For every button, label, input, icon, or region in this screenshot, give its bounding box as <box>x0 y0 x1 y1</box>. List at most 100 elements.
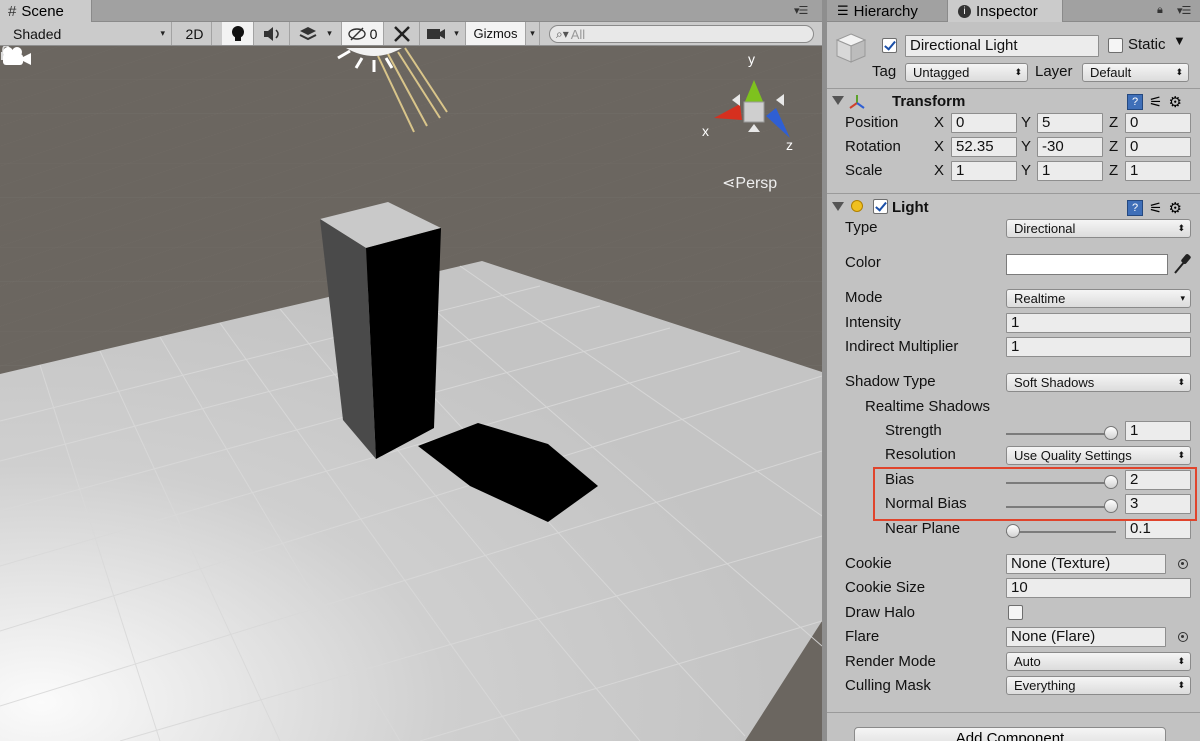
tag-dropdown[interactable]: Untagged ⬍ <box>905 63 1028 82</box>
resolution-label: Resolution <box>885 446 956 463</box>
scene-tools-button[interactable] <box>384 22 420 45</box>
scale-z-label: Z <box>1109 162 1119 179</box>
scale-x-label: X <box>934 162 945 179</box>
help-book-icon[interactable]: ? <box>1127 94 1143 110</box>
search-icon: ⌕▾ <box>556 26 569 41</box>
collapse-triangle-icon[interactable] <box>832 202 844 211</box>
collapse-triangle-icon[interactable] <box>832 96 844 105</box>
projection-text: Persp <box>735 175 778 192</box>
cookie-field[interactable]: None (Texture) <box>1006 554 1166 574</box>
draw-halo-checkbox[interactable] <box>1008 605 1023 620</box>
render-mode-dropdown[interactable]: Auto ⬍ <box>1006 652 1191 671</box>
rotation-x-field[interactable]: 52.35 <box>951 137 1017 157</box>
help-book-icon[interactable]: ? <box>1127 200 1143 216</box>
strength-field[interactable]: 1 <box>1125 421 1191 441</box>
position-x-field[interactable]: 0 <box>951 113 1017 133</box>
scale-y-field[interactable]: 1 <box>1037 161 1103 181</box>
shading-mode-dropdown[interactable]: Shaded ▾ <box>0 22 172 45</box>
panel-menu-icon[interactable]: ▾☰ <box>794 4 808 17</box>
layer-dropdown[interactable]: Default ⬍ <box>1082 63 1189 82</box>
light-header[interactable]: Light ? ⚟ ⚙ <box>827 193 1200 219</box>
slider-knob[interactable] <box>1104 426 1118 440</box>
toggle-2d-button[interactable]: 2D <box>178 22 212 45</box>
inspector-lock-icon[interactable]: 🔒︎ <box>1157 4 1163 17</box>
gizmos-dropdown[interactable]: ▾ <box>526 22 540 45</box>
shadow-type-label: Shadow Type <box>845 373 936 390</box>
slider-knob[interactable] <box>1104 475 1118 489</box>
lighting-toggle-button[interactable] <box>222 22 254 45</box>
scene-viewport[interactable]: y x z ⋖Persp <box>0 46 822 741</box>
object-picker-icon[interactable] <box>1178 632 1188 642</box>
add-component-button[interactable]: Add Component <box>854 727 1166 741</box>
audio-toggle-button[interactable] <box>254 22 290 45</box>
shadow-type-dropdown[interactable]: Soft Shadows ⬍ <box>1006 373 1191 392</box>
object-name-field[interactable]: Directional Light <box>905 35 1099 57</box>
near-plane-slider[interactable] <box>1006 519 1120 543</box>
flare-field[interactable]: None (Flare) <box>1006 627 1166 647</box>
resolution-value: Use Quality Settings <box>1014 448 1132 463</box>
mode-dropdown[interactable]: Realtime ▾ <box>1006 289 1191 308</box>
rotation-x-label: X <box>934 138 945 155</box>
object-active-checkbox[interactable] <box>882 38 897 53</box>
scale-y-label: Y <box>1021 162 1032 179</box>
settings-gear-icon[interactable]: ⚙ <box>1168 199 1181 217</box>
scene-visibility-button[interactable]: 0 <box>342 22 384 45</box>
transform-axes-icon <box>849 95 865 109</box>
eyedropper-icon[interactable] <box>1172 253 1192 275</box>
position-z-label: Z <box>1109 114 1119 131</box>
normal-bias-field[interactable]: 3 <box>1125 494 1191 514</box>
preset-sliders-icon[interactable]: ⚟ <box>1149 93 1162 111</box>
tab-scene[interactable]: # Scene <box>0 0 92 22</box>
strength-label: Strength <box>885 422 942 439</box>
tab-inspector-label: Inspector <box>976 2 1038 20</box>
inspector-tabbar: ☰ Hierarchy i Inspector 🔒︎ ▾☰ <box>827 0 1200 22</box>
toggle-2d-label: 2D <box>185 25 204 42</box>
light-enabled-checkbox[interactable] <box>873 199 888 214</box>
rotation-z-field[interactable]: 0 <box>1125 137 1191 157</box>
indirect-multiplier-field[interactable]: 1 <box>1006 337 1191 357</box>
tab-inspector[interactable]: i Inspector <box>947 0 1063 22</box>
tab-hierarchy[interactable]: ☰ Hierarchy <box>827 0 947 22</box>
static-dropdown-arrow[interactable]: ▼ <box>1173 33 1186 48</box>
position-z-field[interactable]: 0 <box>1125 113 1191 133</box>
bias-field[interactable]: 2 <box>1125 470 1191 490</box>
strength-slider[interactable] <box>1006 421 1120 445</box>
color-swatch[interactable] <box>1006 254 1168 275</box>
intensity-field[interactable]: 1 <box>1006 313 1191 333</box>
scale-z-field[interactable]: 1 <box>1125 161 1191 181</box>
type-dropdown[interactable]: Directional ⬍ <box>1006 219 1191 238</box>
static-checkbox[interactable] <box>1108 38 1123 53</box>
culling-mask-dropdown[interactable]: Everything ⬍ <box>1006 676 1191 695</box>
inspector-panel: ☰ Hierarchy i Inspector 🔒︎ ▾☰ Directiona… <box>827 0 1200 741</box>
flare-label: Flare <box>845 628 880 645</box>
near-plane-field[interactable]: 0.1 <box>1125 519 1191 539</box>
bias-slider[interactable] <box>1006 470 1120 494</box>
normal-bias-slider[interactable] <box>1006 494 1120 518</box>
position-y-field[interactable]: 5 <box>1037 113 1103 133</box>
transform-header[interactable]: Transform ? ⚟ ⚙ <box>827 88 1200 114</box>
resolution-dropdown[interactable]: Use Quality Settings ⬍ <box>1006 446 1191 465</box>
updown-arrow-icon: ⬍ <box>1177 377 1185 387</box>
rotation-y-label: Y <box>1021 138 1032 155</box>
slider-knob[interactable] <box>1006 524 1020 538</box>
camera-settings-dropdown[interactable]: ▾ <box>420 22 466 45</box>
scale-x-field[interactable]: 1 <box>951 161 1017 181</box>
object-picker-icon[interactable] <box>1178 559 1188 569</box>
slider-knob[interactable] <box>1104 499 1118 513</box>
axis-y-label: y <box>748 51 755 67</box>
effects-dropdown[interactable]: ▾ <box>290 22 342 45</box>
gizmos-button[interactable]: Gizmos <box>466 22 526 45</box>
chevron-left-icon: ⋖ <box>722 175 736 192</box>
rotation-y-field[interactable]: -30 <box>1037 137 1103 157</box>
updown-arrow-icon: ⬍ <box>1177 450 1185 460</box>
gizmos-label: Gizmos <box>473 26 518 41</box>
cookie-size-field[interactable]: 10 <box>1006 578 1191 598</box>
camera-gizmo-icon[interactable] <box>0 46 34 68</box>
preset-sliders-icon[interactable]: ⚟ <box>1149 199 1162 217</box>
scene-search-input[interactable]: ⌕▾ All <box>549 25 814 43</box>
settings-gear-icon[interactable]: ⚙ <box>1168 93 1181 111</box>
scale-label: Scale <box>845 162 883 179</box>
panel-menu-icon[interactable]: ▾☰ <box>1177 4 1191 17</box>
projection-label[interactable]: ⋖Persp <box>722 173 777 193</box>
static-label: Static <box>1128 36 1166 53</box>
